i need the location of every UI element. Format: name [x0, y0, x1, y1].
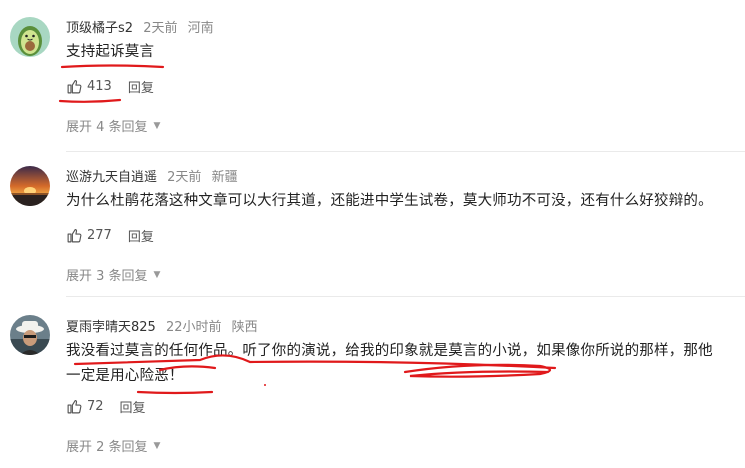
timestamp: 22小时前: [165, 320, 222, 335]
username[interactable]: 巡游九天自逍遥: [66, 170, 157, 185]
divider: [66, 151, 745, 152]
expand-replies-label: 展开 4 条回复: [66, 120, 148, 135]
thumbs-up-icon: [67, 79, 82, 94]
comment-item: 顶级橘子s2 2天前 河南 支持起诉莫言 413 回复 展开 4 条回复 ▼: [0, 0, 745, 155]
caret-down-icon: ▼: [153, 440, 161, 451]
avocado-avatar-icon: [10, 17, 50, 57]
comment-actions: 72 回复: [66, 397, 146, 416]
comment-text: 为什么杜鹃花落这种文章可以大行其道，还能进中学生试卷，莫大师功不可没，还有什么好…: [66, 193, 713, 209]
timestamp: 2天前: [167, 170, 202, 185]
comment-text: 我没看过莫言的任何作品。听了你的演说，给我的印象就是莫言的小说，如果像你所说的那…: [66, 339, 745, 389]
divider: [66, 296, 745, 297]
thumbs-up-icon: [67, 228, 82, 243]
like-count: 72: [87, 399, 104, 414]
sunset-avatar-icon: [10, 166, 50, 206]
comment-meta: 夏雨孛晴天825 22小时前 陕西: [66, 316, 258, 335]
reply-button[interactable]: 回复: [128, 77, 154, 96]
man-with-hat-avatar-icon: [10, 315, 50, 355]
comment-actions: 413 回复: [66, 77, 154, 96]
comment-text-line: 我没看过莫言的任何作品。听了你的演说，给我的印象就是莫言的小说，如果像你所说的那…: [66, 343, 713, 359]
like-count: 277: [87, 228, 112, 243]
comment-meta: 顶级橘子s2 2天前 河南: [66, 17, 214, 36]
like-button[interactable]: 413: [66, 78, 112, 95]
expand-replies-label: 展开 3 条回复: [66, 269, 148, 284]
expand-replies-button[interactable]: 展开 3 条回复 ▼: [66, 265, 160, 284]
expand-replies-label: 展开 2 条回复: [66, 440, 148, 455]
comment-actions: 277 回复: [66, 226, 154, 245]
expand-replies-button[interactable]: 展开 2 条回复 ▼: [66, 436, 160, 455]
comment-text-line: 一定是用心险恶！: [66, 368, 184, 384]
caret-down-icon: ▼: [153, 269, 161, 280]
timestamp: 2天前: [143, 21, 178, 36]
comment-item: 巡游九天自逍遥 2天前 新疆 为什么杜鹃花落这种文章可以大行其道，还能进中学生试…: [0, 155, 745, 310]
caret-down-icon: ▼: [153, 120, 161, 131]
avatar[interactable]: [10, 166, 50, 206]
like-count: 413: [87, 79, 112, 94]
location: 新疆: [211, 170, 238, 185]
avatar[interactable]: [10, 315, 50, 355]
like-button[interactable]: 277: [66, 227, 112, 244]
username[interactable]: 夏雨孛晴天825: [66, 320, 156, 335]
reply-button[interactable]: 回复: [120, 397, 146, 416]
like-button[interactable]: 72: [66, 398, 104, 415]
reply-button[interactable]: 回复: [128, 226, 154, 245]
comment-text: 支持起诉莫言: [66, 44, 155, 60]
expand-replies-button[interactable]: 展开 4 条回复 ▼: [66, 116, 160, 135]
location: 河南: [187, 21, 214, 36]
location: 陕西: [231, 320, 258, 335]
comment-meta: 巡游九天自逍遥 2天前 新疆: [66, 166, 238, 185]
username[interactable]: 顶级橘子s2: [66, 21, 133, 36]
thumbs-up-icon: [67, 399, 82, 414]
avatar[interactable]: [10, 17, 50, 57]
comment-item: 夏雨孛晴天825 22小时前 陕西 我没看过莫言的任何作品。听了你的演说，给我的…: [0, 300, 745, 468]
